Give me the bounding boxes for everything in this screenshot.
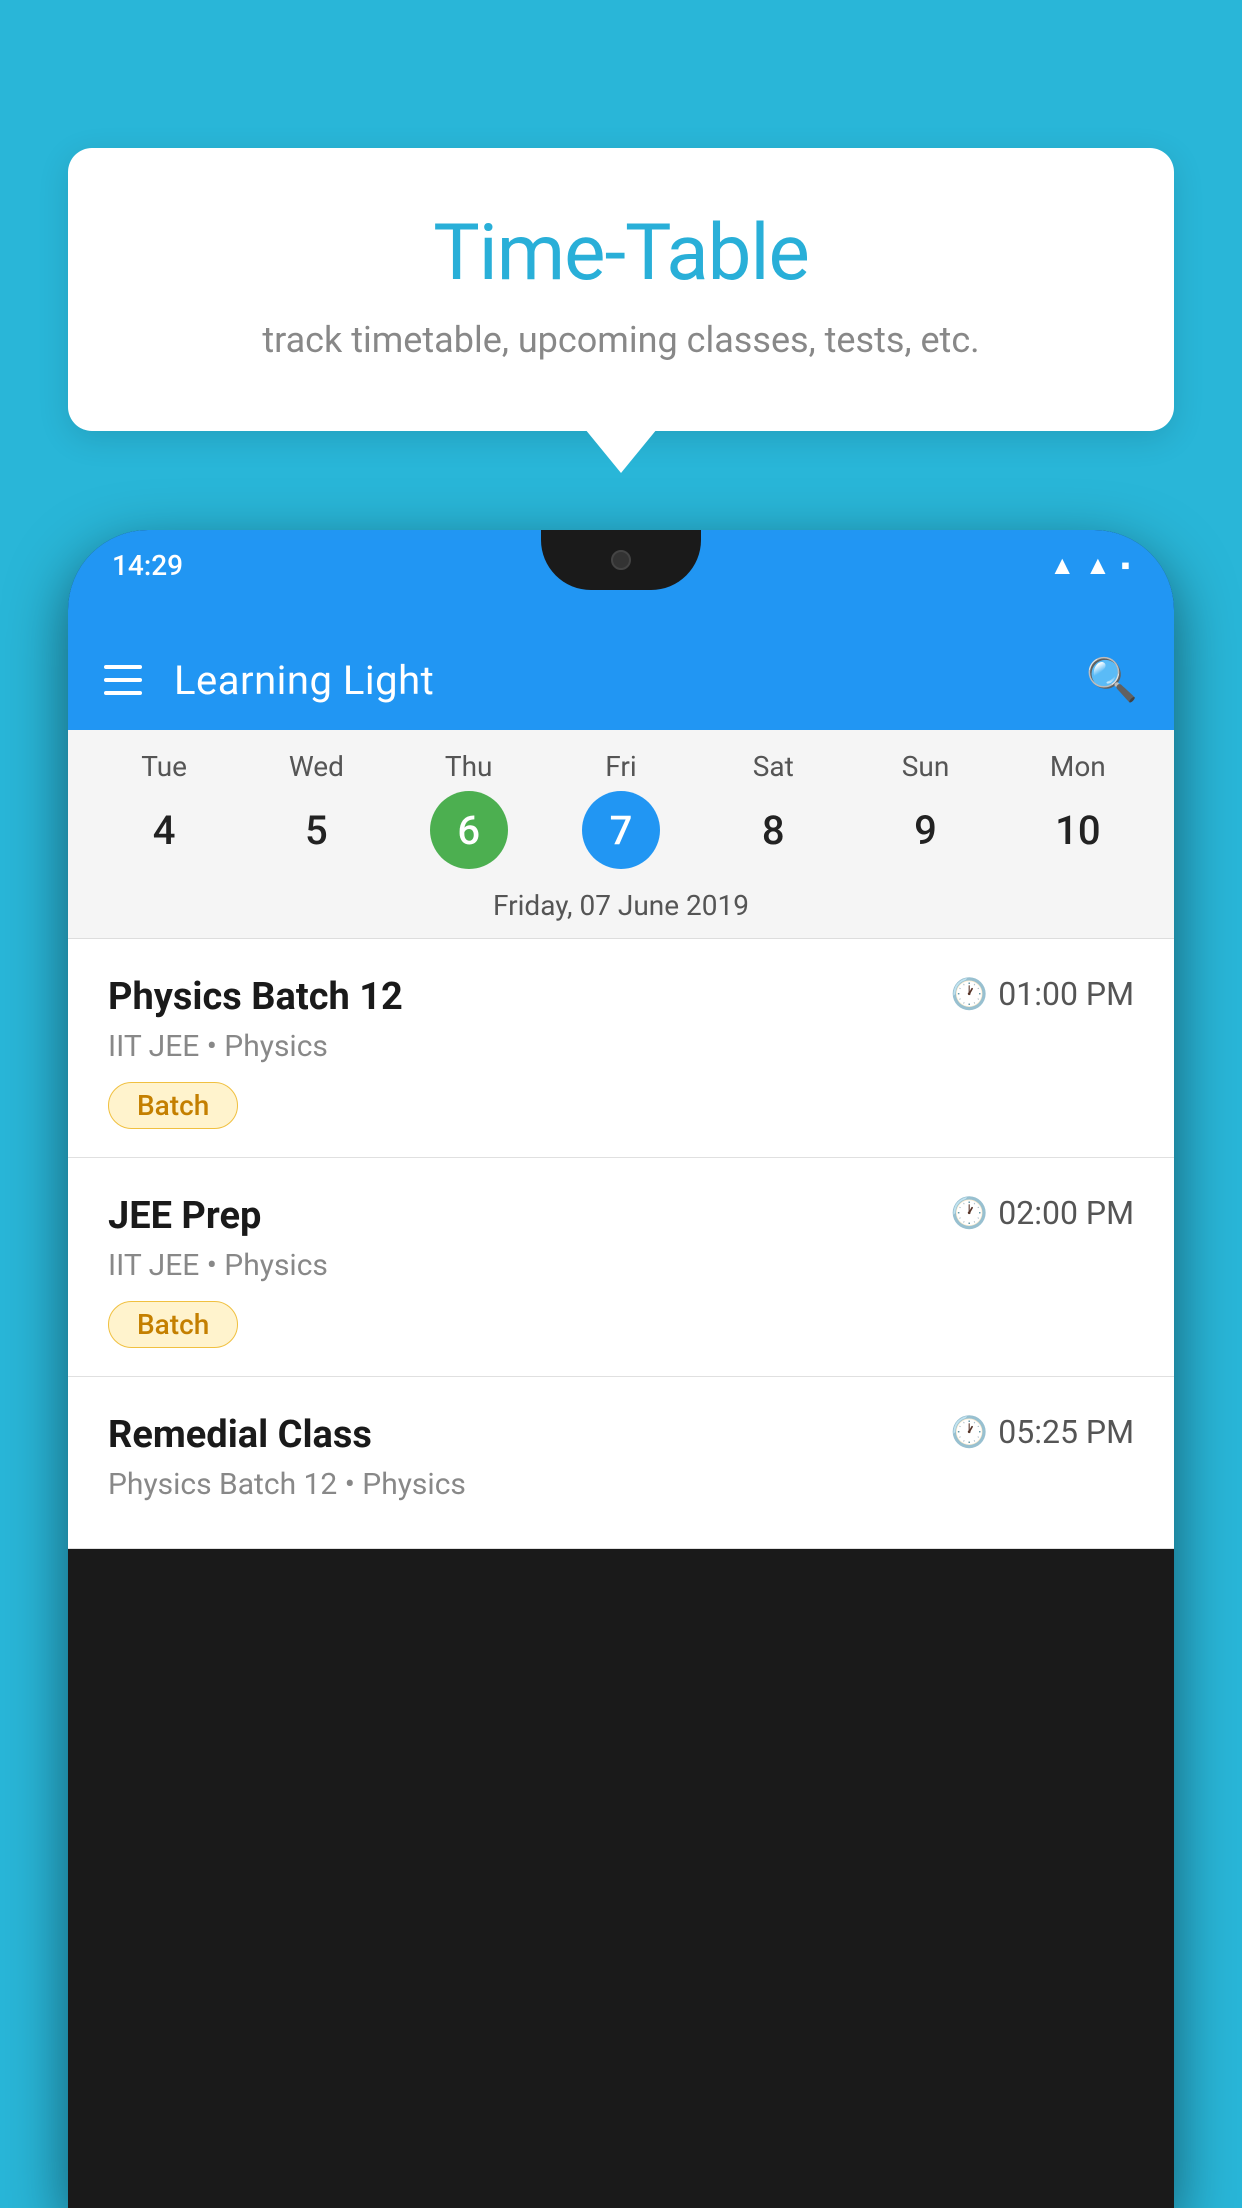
schedule-item-header: Physics Batch 12 🕐01:00 PM	[108, 975, 1134, 1019]
day-name: Sat	[753, 750, 794, 783]
wifi-icon: ▲	[1049, 550, 1075, 581]
tooltip-title: Time-Table	[118, 208, 1124, 299]
calendar-day[interactable]: Mon 10	[1002, 750, 1154, 869]
schedule-meta: IIT JEE • Physics	[108, 1029, 1134, 1064]
calendar-day[interactable]: Thu 6	[393, 750, 545, 869]
schedule-item[interactable]: Physics Batch 12 🕐01:00 PM IIT JEE • Physi…	[68, 939, 1174, 1158]
calendar-day[interactable]: Fri 7	[545, 750, 697, 869]
day-name: Thu	[445, 750, 493, 783]
schedule-meta: IIT JEE • Physics	[108, 1248, 1134, 1283]
phone-screen: Tue 4 Wed 5 Thu 6 Fri 7 Sat 8 Sun 9 Mon 10 Friday, 07…	[68, 730, 1174, 1549]
day-number[interactable]: 7	[582, 791, 660, 869]
app-bar: Learning Light 🔍	[68, 630, 1174, 730]
day-name: Tue	[141, 750, 187, 783]
calendar-day[interactable]: Wed 5	[240, 750, 392, 869]
day-number[interactable]: 9	[887, 791, 965, 869]
day-name: Sun	[902, 750, 950, 783]
phone-frame: 14:29 ▲ ▲ ▪ Learning Light 🔍 Tue 4 Wed 5 Thu…	[68, 530, 1174, 2208]
battery-icon: ▪	[1121, 550, 1130, 581]
calendar-strip: Tue 4 Wed 5 Thu 6 Fri 7 Sat 8 Sun 9 Mon 10 Friday, 07…	[68, 730, 1174, 939]
camera-dot	[611, 550, 631, 570]
hamburger-menu-icon[interactable]	[104, 665, 142, 695]
day-name: Fri	[605, 750, 636, 783]
schedule-name: Remedial Class	[108, 1413, 372, 1457]
schedule-list: Physics Batch 12 🕐01:00 PM IIT JEE • Physi…	[68, 939, 1174, 1549]
search-icon[interactable]: 🔍	[1086, 656, 1138, 705]
schedule-time: 🕐02:00 PM	[951, 1194, 1134, 1232]
clock-icon: 🕐	[951, 977, 988, 1012]
schedule-name: JEE Prep	[108, 1194, 261, 1238]
day-number[interactable]: 5	[277, 791, 355, 869]
schedule-time: 🕐05:25 PM	[951, 1413, 1134, 1451]
status-time: 14:29	[112, 549, 183, 582]
calendar-day[interactable]: Tue 4	[88, 750, 240, 869]
days-row: Tue 4 Wed 5 Thu 6 Fri 7 Sat 8 Sun 9 Mon 10	[68, 750, 1174, 869]
clock-icon: 🕐	[951, 1415, 988, 1450]
schedule-item-header: Remedial Class 🕐05:25 PM	[108, 1413, 1134, 1457]
notch-bump	[541, 530, 701, 590]
schedule-item-header: JEE Prep 🕐02:00 PM	[108, 1194, 1134, 1238]
calendar-day[interactable]: Sun 9	[849, 750, 1001, 869]
clock-icon: 🕐	[951, 1196, 988, 1231]
selected-date-label: Friday, 07 June 2019	[68, 877, 1174, 939]
schedule-item[interactable]: JEE Prep 🕐02:00 PM IIT JEE • Physics Batch	[68, 1158, 1174, 1377]
day-number[interactable]: 6	[430, 791, 508, 869]
calendar-day[interactable]: Sat 8	[697, 750, 849, 869]
batch-tag: Batch	[108, 1301, 238, 1348]
day-name: Wed	[289, 750, 344, 783]
signal-icon: ▲	[1085, 550, 1111, 581]
app-title: Learning Light	[174, 657, 1054, 704]
schedule-time: 🕐01:00 PM	[951, 975, 1134, 1013]
tooltip-subtitle: track timetable, upcoming classes, tests…	[118, 319, 1124, 361]
schedule-item[interactable]: Remedial Class 🕐05:25 PM Physics Batch 12 …	[68, 1377, 1174, 1549]
schedule-name: Physics Batch 12	[108, 975, 403, 1019]
notch-area: 14:29 ▲ ▲ ▪	[68, 530, 1174, 630]
day-number[interactable]: 8	[734, 791, 812, 869]
day-number[interactable]: 10	[1039, 791, 1117, 869]
status-icons: ▲ ▲ ▪	[1049, 550, 1130, 581]
batch-tag: Batch	[108, 1082, 238, 1129]
schedule-meta: Physics Batch 12 • Physics	[108, 1467, 1134, 1502]
day-name: Mon	[1050, 750, 1106, 783]
day-number[interactable]: 4	[125, 791, 203, 869]
tooltip-card: Time-Table track timetable, upcoming cla…	[68, 148, 1174, 431]
